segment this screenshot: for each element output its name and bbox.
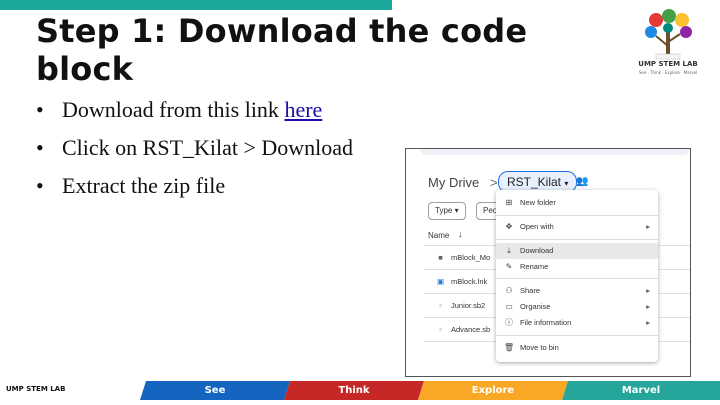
menu-separator [496, 215, 658, 216]
chevron-right-icon: ▸ [646, 318, 650, 327]
info-icon: ⓘ [505, 318, 513, 327]
menu-item-file-information[interactable]: ⓘ File information ▸ [496, 315, 658, 331]
file-icon: ▫ [439, 301, 442, 310]
menu-item-label: Share [520, 286, 541, 295]
menu-item-download[interactable]: ⤓ Download [496, 243, 658, 259]
menu-item-label: New folder [520, 198, 556, 207]
menu-separator [496, 278, 658, 279]
menu-item-label: Move to bin [520, 343, 559, 352]
menu-item-label: Open with [520, 222, 554, 231]
chevron-right-icon: ▸ [646, 286, 650, 295]
top-accent-bar [0, 0, 392, 10]
footer-segment-label: Explore [471, 385, 515, 396]
folder-chip-label: RST_Kilat [507, 175, 562, 189]
organise-icon: ▭ [505, 302, 513, 311]
menu-item-label: File information [520, 318, 572, 327]
link-file-icon: ▣ [436, 277, 445, 286]
folder-icon: ■ [438, 253, 443, 262]
trash-icon: 🗑 [504, 343, 515, 352]
footer-segment-explore: Explore [418, 381, 568, 400]
file-row[interactable]: ■ mBlock_Mo [436, 253, 490, 262]
context-menu: ⊞ New folder ✥ Open with ▸ ⤓ Download ✎ … [496, 190, 658, 362]
footer-segment-see: See [140, 381, 290, 400]
menu-item-move-to-bin[interactable]: 🗑 Move to bin [496, 340, 658, 356]
chevron-down-icon: ▾ [564, 179, 569, 188]
footer-segment-label: Marvel [621, 385, 661, 396]
bullet-dot: • [36, 97, 44, 122]
footer-segment-label: See [204, 385, 226, 396]
chevron-right-icon: ▸ [646, 222, 650, 231]
menu-item-open-with[interactable]: ✥ Open with ▸ [496, 219, 658, 235]
chevron-right-icon: ▸ [646, 302, 650, 311]
menu-item-label: Organise [520, 302, 551, 311]
ump-stem-lab-logo: UMP STEM LAB See · Think · Explore · Mar… [626, 6, 710, 84]
menu-item-label: Download [520, 246, 554, 255]
bullet-item: • Download from this link here [36, 96, 353, 134]
file-row[interactable]: ▣ mBlock.lnk [436, 277, 487, 286]
logo-name: UMP STEM LAB [638, 60, 698, 68]
type-filter-chip[interactable]: Type ▾ [428, 202, 466, 220]
bullet-text: Click on RST_Kilat > Download [62, 135, 354, 160]
tree-logo-icon [645, 9, 692, 60]
bullet-list: • Download from this link here • Click o… [36, 96, 353, 210]
new-folder-icon: ⊞ [505, 198, 513, 207]
bullet-text: Extract the zip file [62, 173, 226, 198]
drive-screenshot: My Drive > RST_Kilat ▾ 👥 Type ▾ Peo Name… [405, 148, 691, 377]
footer-brand: UMP STEM LAB [6, 385, 66, 393]
file-name: Advance.sb [451, 325, 491, 334]
file-name: mBlock.lnk [451, 277, 488, 286]
menu-item-rename[interactable]: ✎ Rename [496, 259, 658, 275]
file-row[interactable]: ▫ Junior.sb2 [436, 301, 485, 310]
menu-separator [496, 335, 658, 336]
file-row[interactable]: ▫ Advance.sb [436, 325, 490, 334]
chevron-down-icon: ▾ [454, 206, 459, 215]
footer-segment-think: Think [284, 381, 424, 400]
bullet-dot: • [36, 135, 44, 160]
breadcrumb-separator: > [490, 175, 498, 190]
file-name: mBlock_Mo [451, 253, 491, 262]
menu-item-new-folder[interactable]: ⊞ New folder [496, 195, 658, 211]
menu-item-share[interactable]: ⚇ Share ▸ [496, 283, 658, 299]
file-name: Junior.sb2 [451, 301, 486, 310]
menu-item-organise[interactable]: ▭ Organise ▸ [496, 299, 658, 315]
rename-icon: ✎ [505, 262, 513, 271]
bullet-item: • Click on RST_Kilat > Download [36, 134, 353, 172]
footer-segment-marvel: Marvel [562, 381, 720, 400]
share-icon: ⚇ [505, 286, 513, 295]
search-bar[interactable] [420, 149, 690, 155]
file-icon: ▫ [439, 325, 442, 334]
download-icon: ⤓ [507, 246, 511, 255]
name-column-header[interactable]: Name [428, 231, 449, 240]
download-link[interactable]: here [284, 97, 322, 122]
bullet-item: • Extract the zip file [36, 172, 353, 210]
bullet-dot: • [36, 173, 44, 198]
bullet-text: Download from this link [62, 97, 285, 122]
footer-segment-label: Think [338, 385, 370, 396]
shared-people-icon: 👥 [576, 176, 589, 187]
type-filter-label: Type [435, 206, 453, 215]
footer-bar: UMP STEM LAB See Think Explore Marvel [0, 381, 720, 400]
breadcrumb-my-drive[interactable]: My Drive [428, 175, 479, 190]
menu-separator [496, 239, 658, 240]
menu-item-label: Rename [520, 262, 549, 271]
logo-tagline: See · Think · Explore · Marvel [638, 70, 698, 75]
open-with-icon: ✥ [505, 222, 513, 231]
sort-arrow-icon[interactable]: ↓ [458, 229, 463, 239]
slide-title: Step 1: Download the code block [36, 12, 528, 88]
